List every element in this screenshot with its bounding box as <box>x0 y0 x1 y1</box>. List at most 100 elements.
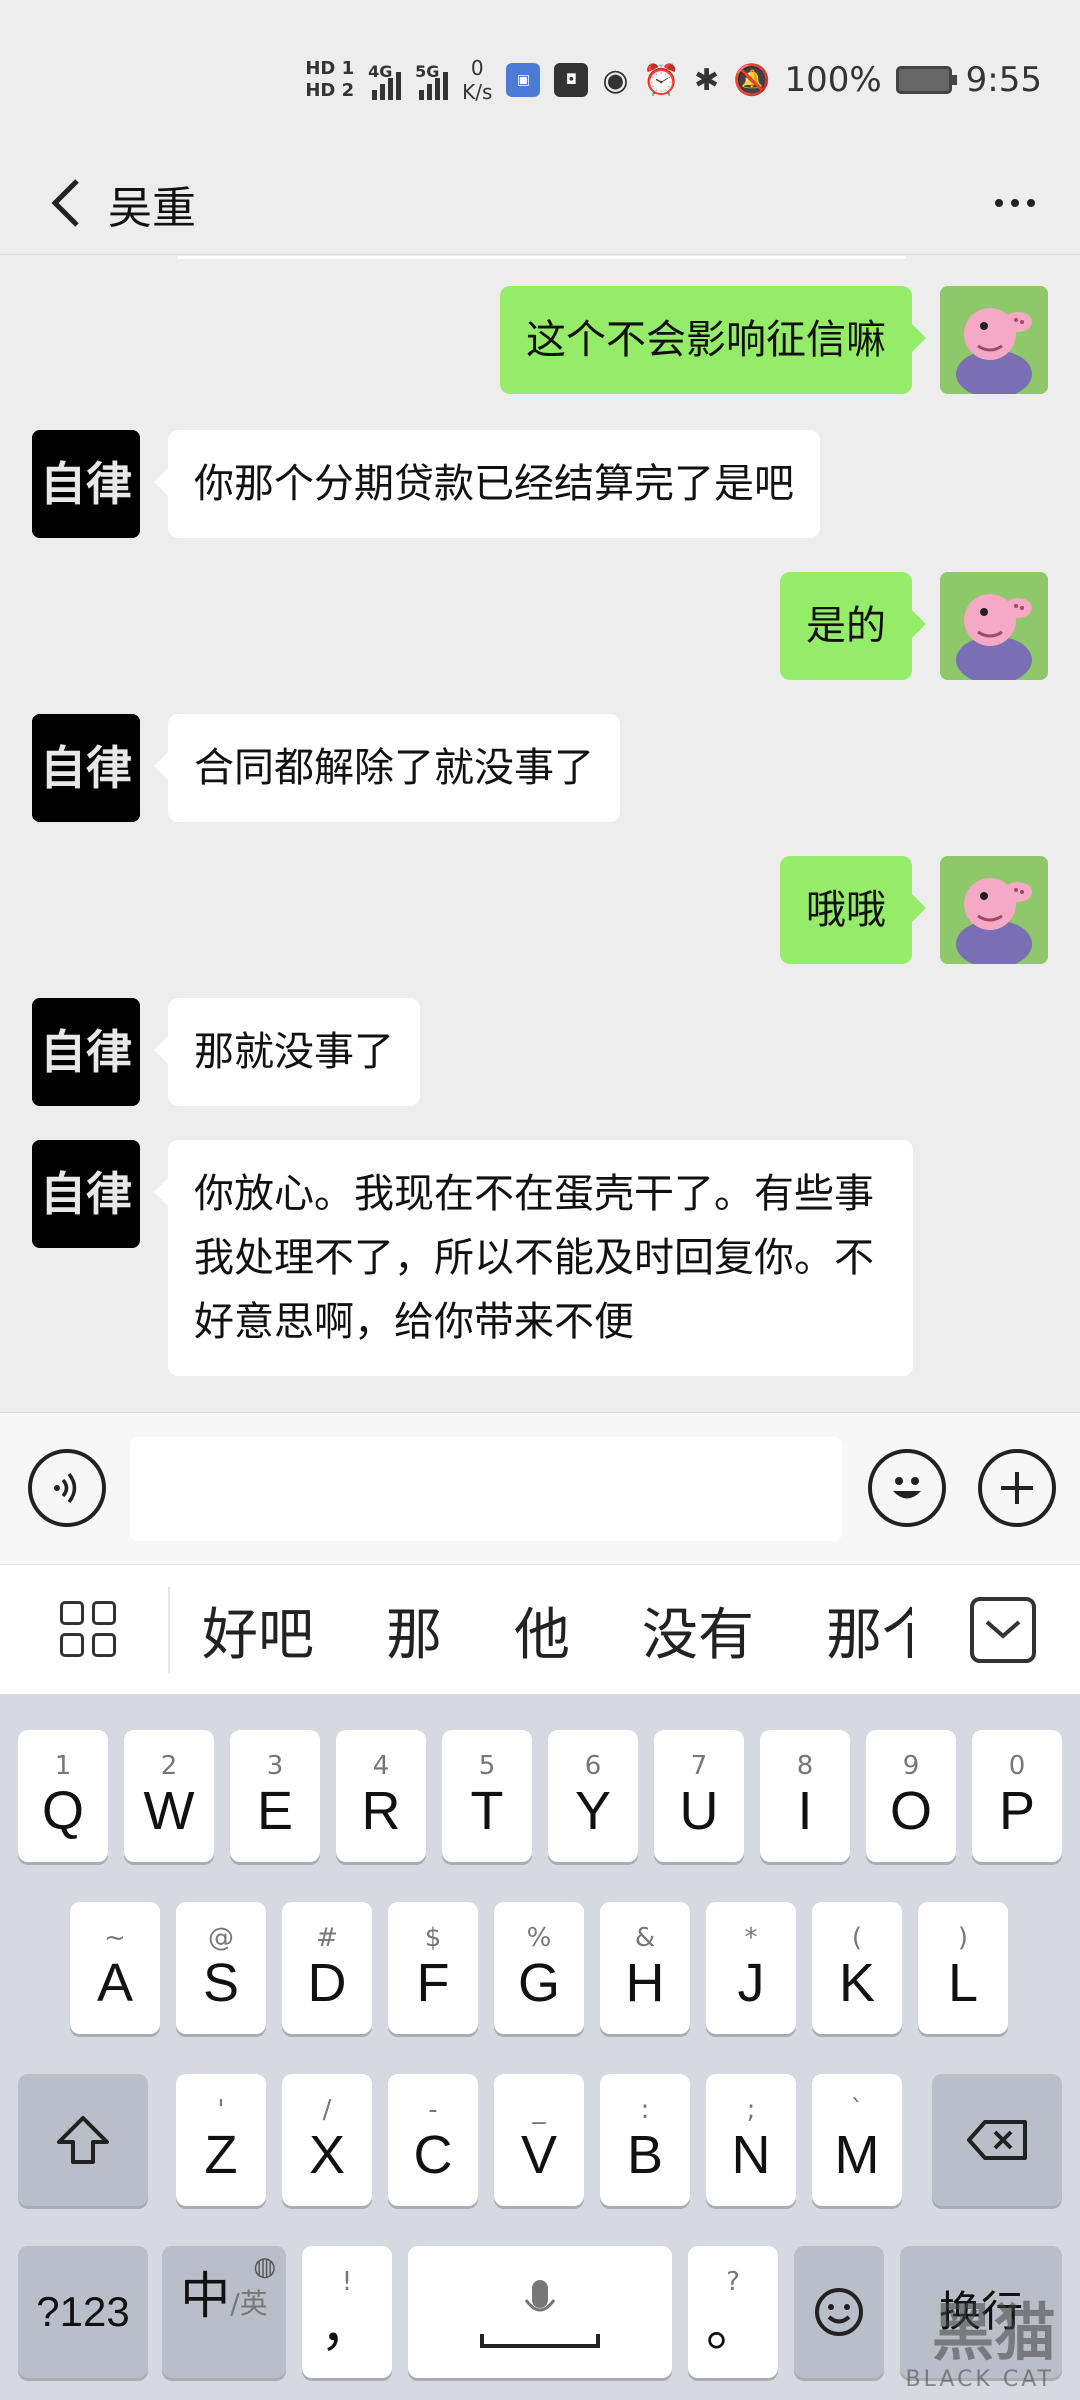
candidate-word[interactable]: 那 <box>386 1590 442 1671</box>
contact-avatar[interactable]: 自律 <box>32 1140 140 1248</box>
backspace-key[interactable] <box>932 2074 1062 2206</box>
shift-icon <box>57 2116 109 2164</box>
status-bar: HD 1 HD 2 4G 5G 0 K/s ▣ ◘ ◉ ⏰ ✱ 🔕 100% 9… <box>0 0 1080 150</box>
signal-5g-label: 5G <box>415 62 440 81</box>
key-r[interactable]: 4R <box>336 1730 426 1862</box>
candidate-word[interactable]: 好吧 <box>202 1590 314 1671</box>
network-speed-value: 0 <box>470 56 484 80</box>
key-z[interactable]: ' Z <box>176 2074 266 2206</box>
my-avatar[interactable] <box>940 856 1048 964</box>
key-g[interactable]: % G <box>494 1902 584 2034</box>
key-w[interactable]: 2W <box>124 1730 214 1862</box>
enter-key[interactable]: 换行 <box>900 2246 1062 2378</box>
key-c[interactable]: -C <box>388 2074 478 2206</box>
peppa-pig-avatar-icon <box>940 856 1048 964</box>
contact-avatar[interactable]: 自律 <box>32 430 140 538</box>
key-y[interactable]: 6Y <box>548 1730 638 1862</box>
keyboard: 1Q 2W 3E 4R 5T 6Y 7U 8I 9O 0P ~ A @ S # D $… <box>0 1694 1080 2400</box>
status-icons: HD 1 HD 2 4G 5G 0 K/s ▣ ◘ ◉ ⏰ ✱ 🔕 100% 9… <box>305 50 1042 110</box>
mic-icon <box>524 2280 556 2312</box>
key-u[interactable]: 7U <box>654 1730 744 1862</box>
shift-key[interactable] <box>18 2074 148 2206</box>
avatar-lettering: 自律 <box>40 1167 132 1221</box>
message-bubble[interactable]: 哦哦 <box>780 856 926 964</box>
period-key[interactable]: ?。 <box>688 2246 778 2378</box>
hd-1-label: HD 1 <box>305 58 355 79</box>
peppa-pig-avatar-icon <box>940 286 1048 394</box>
my-avatar[interactable] <box>940 572 1048 680</box>
contact-avatar-image: 自律 <box>32 714 140 822</box>
key-b[interactable]: :B <box>600 2074 690 2206</box>
space-bar-icon <box>480 2334 600 2348</box>
candidate-word[interactable]: 他 <box>514 1590 570 1671</box>
chevron-left-icon <box>51 179 79 227</box>
message-bubble[interactable]: 那就没事了 <box>154 998 420 1106</box>
key-t[interactable]: 5T <box>442 1730 532 1862</box>
peppa-pig-avatar-icon <box>940 572 1048 680</box>
battery-icon <box>895 66 957 94</box>
key-s[interactable]: @ S <box>176 1902 266 2034</box>
contact-avatar-image: 自律 <box>32 998 140 1106</box>
key-p[interactable]: 0P <box>972 1730 1062 1862</box>
network-speed-unit: K/s <box>462 80 493 104</box>
message-list[interactable]: 这个不会影响征信嘛 自律 你那个分期贷款已经结算完了是吧 是的 自律 合同都解除… <box>0 256 1080 1412</box>
emoji-button[interactable] <box>868 1449 946 1527</box>
key-a[interactable]: ~ A <box>70 1902 160 2034</box>
plus-icon <box>1001 1472 1033 1504</box>
candidate-word[interactable]: 那个 <box>826 1590 912 1671</box>
key-d[interactable]: # D <box>282 1902 372 2034</box>
key-i[interactable]: 8I <box>760 1730 850 1862</box>
signal-4g-icon: 4G <box>368 60 402 100</box>
message-bubble[interactable]: 是的 <box>780 572 926 680</box>
chat-header: 吴重 <box>0 150 1080 255</box>
back-button[interactable] <box>30 168 100 238</box>
key-o[interactable]: 9O <box>866 1730 956 1862</box>
mute-icon: 🔕 <box>733 62 771 98</box>
contact-avatar[interactable]: 自律 <box>32 998 140 1106</box>
message-bubble[interactable]: 合同都解除了就没事了 <box>154 714 620 822</box>
globe-icon: ◍ <box>253 2252 276 2282</box>
candidate-bar: 好吧 那 他 没有 那个 <box>0 1564 1080 1694</box>
message-input[interactable] <box>130 1437 842 1541</box>
previous-bubble-edge <box>178 256 906 259</box>
plus-button[interactable] <box>978 1449 1056 1527</box>
candidate-word[interactable]: 没有 <box>642 1590 754 1671</box>
more-button[interactable] <box>980 168 1050 238</box>
contact-avatar[interactable]: 自律 <box>32 714 140 822</box>
key-f[interactable]: $ F <box>388 1902 478 2034</box>
key-q[interactable]: 1Q <box>18 1730 108 1862</box>
key-x[interactable]: / X <box>282 2074 372 2206</box>
notification-app-icon: ▣ <box>506 63 541 97</box>
key-v[interactable]: _ V <box>494 2074 584 2206</box>
grid-icon[interactable] <box>60 1601 116 1657</box>
key-l[interactable]: ) L <box>918 1902 1008 2034</box>
signal-4g-label: 4G <box>368 62 393 81</box>
message-bubble[interactable]: 你那个分期贷款已经结算完了是吧 <box>154 430 820 538</box>
huawei-store-icon: ◘ <box>554 63 589 97</box>
eye-icon: ◉ <box>602 62 629 98</box>
key-m[interactable]: ` M <box>812 2074 902 2206</box>
message-bubble[interactable]: 这个不会影响征信嘛 <box>500 286 926 394</box>
symbols-key[interactable]: ?123 <box>18 2246 148 2378</box>
backspace-icon <box>967 2120 1027 2160</box>
my-avatar[interactable] <box>940 286 1048 394</box>
emoji-key[interactable] <box>794 2246 884 2378</box>
key-k[interactable]: (K <box>812 1902 902 2034</box>
collapse-keyboard-button[interactable] <box>970 1597 1036 1663</box>
key-n[interactable]: ; N <box>706 2074 796 2206</box>
key-j[interactable]: * J <box>706 1902 796 2034</box>
comma-key[interactable]: !， <box>302 2246 392 2378</box>
space-key[interactable] <box>408 2246 672 2378</box>
signal-5g-icon: 5G <box>415 60 449 100</box>
clock: 9:55 <box>965 60 1042 100</box>
emoji-key-icon <box>815 2288 863 2336</box>
voice-button[interactable] <box>28 1449 106 1527</box>
avatar-lettering: 自律 <box>40 1025 132 1079</box>
key-h[interactable]: & H <box>600 1902 690 2034</box>
message-bubble[interactable]: 你放心。我现在不在蛋壳干了。有些事我处理不了，所以不能及时回复你。不好意思啊，给… <box>154 1140 913 1376</box>
key-e[interactable]: 3E <box>230 1730 320 1862</box>
language-switch-key[interactable]: 中 /英 ◍ <box>162 2246 286 2378</box>
hd-indicator: HD 1 HD 2 <box>305 58 354 102</box>
battery-percent: 100% <box>784 60 882 100</box>
avatar-lettering: 自律 <box>40 741 132 795</box>
